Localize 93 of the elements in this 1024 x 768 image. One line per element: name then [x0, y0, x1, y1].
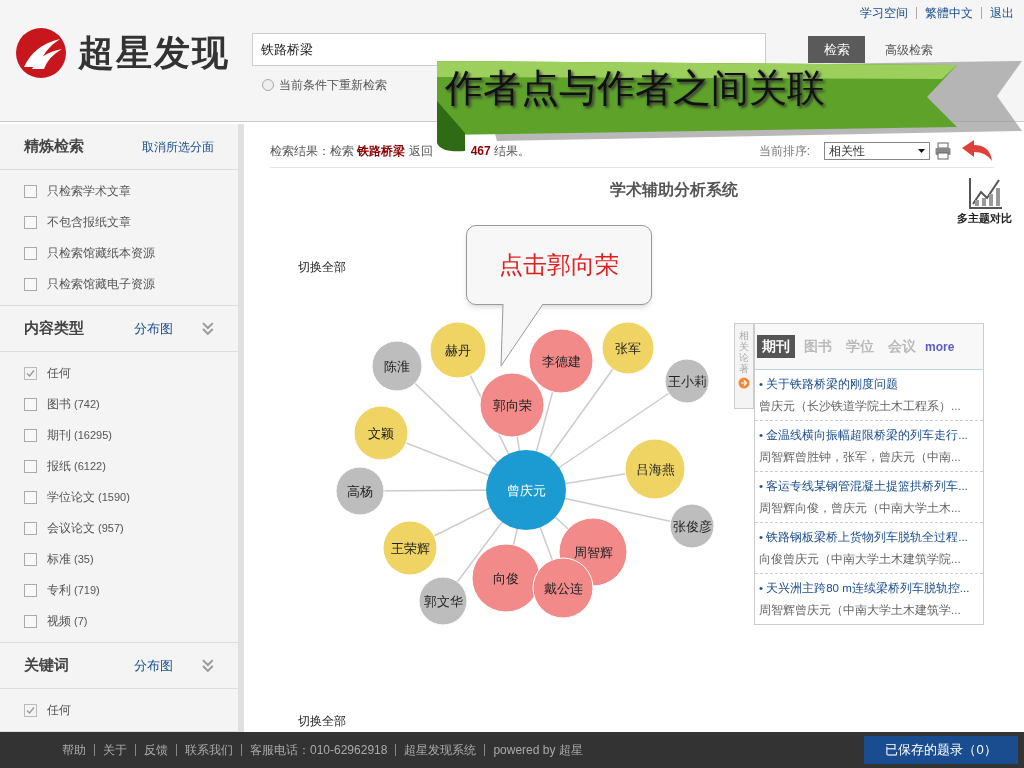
checkbox[interactable]: [24, 614, 37, 628]
double-chevron-icon[interactable]: [202, 321, 214, 336]
author-node[interactable]: 王小莉: [664, 358, 710, 404]
back-arrow-icon[interactable]: [960, 138, 994, 163]
author-node[interactable]: 李德建: [528, 328, 594, 394]
checkbox[interactable]: [24, 215, 37, 229]
related-authors: 周智辉曾庆元（中南大学土木建筑学...: [759, 603, 962, 618]
more-link[interactable]: more: [925, 337, 955, 356]
toggle-all-link[interactable]: 切换全部: [298, 712, 346, 730]
related-tab[interactable]: 期刊: [757, 335, 795, 358]
facet-label: 任何: [47, 365, 71, 382]
dropdown-arrow-icon: [918, 148, 925, 153]
saved-records-button[interactable]: 已保存的题录（0）: [864, 736, 1018, 764]
section-title: 内容类型: [24, 318, 85, 339]
related-authors: 周智辉曾胜钟，张军，曾庆元（中南...: [759, 450, 962, 465]
author-node[interactable]: 赫丹: [429, 321, 487, 379]
checkbox[interactable]: [24, 428, 37, 442]
related-title-link[interactable]: • 关于铁路桥梁的刚度问题: [759, 373, 979, 395]
double-chevron-icon[interactable]: [202, 658, 214, 673]
facet-label: 图书 (742): [47, 396, 100, 413]
distribution-link[interactable]: 分布图: [134, 318, 203, 339]
related-title-link[interactable]: • 客运专线某钢管混凝土提篮拱桥列车...: [759, 475, 979, 497]
filter-label: 只检索学术文章: [47, 183, 131, 200]
footer-link[interactable]: 帮助: [62, 744, 86, 756]
checkbox[interactable]: [24, 552, 37, 566]
search-field[interactable]: 铁路桥梁: [252, 33, 766, 66]
author-node[interactable]: 张俊彦: [669, 503, 715, 549]
sort-label: 当前排序:: [758, 142, 810, 160]
author-node[interactable]: 郭向荣: [479, 372, 545, 438]
top-link[interactable]: 繁體中文: [916, 6, 973, 19]
checkbox[interactable]: [24, 246, 37, 260]
author-node[interactable]: 吕海燕: [624, 438, 686, 500]
results-summary: 检索结果：检索 铁路桥梁 返回: [270, 142, 433, 160]
analysis-title: 学术辅助分析系统: [608, 180, 739, 200]
check-icon: [26, 368, 35, 378]
distribution-link[interactable]: 分布图: [134, 655, 203, 676]
related-title-link[interactable]: • 金温线横向振幅超限桥梁的列车走行...: [759, 424, 979, 446]
facet-label: 专利 (719): [47, 582, 100, 599]
checkbox[interactable]: [24, 490, 37, 504]
print-icon[interactable]: [934, 141, 952, 160]
advanced-search-link[interactable]: 高级检索: [885, 40, 933, 59]
filter-label: 只检索馆藏纸本资源: [47, 245, 155, 262]
toggle-all-link[interactable]: 切换全部: [298, 258, 346, 276]
author-node[interactable]: 高杨: [335, 466, 385, 516]
compare-button[interactable]: 多主题对比: [957, 176, 1012, 227]
search-button[interactable]: 检索: [808, 36, 865, 63]
sort-select[interactable]: 相关性: [824, 141, 930, 160]
facet-label: 报纸 (6122): [47, 458, 106, 475]
facet-label: 视频 (7): [47, 613, 88, 630]
related-authors: 周智辉向俊，曾庆元（中南大学土木...: [759, 501, 962, 516]
filter-label: 只检索馆藏电子资源: [47, 276, 155, 293]
chart-icon: [966, 176, 1003, 210]
checkbox[interactable]: [24, 397, 37, 411]
radio-label: 当前条件下重新检索: [279, 77, 387, 94]
top-link[interactable]: 退出: [981, 6, 1014, 19]
author-node[interactable]: 向俊: [471, 543, 541, 613]
related-title-link[interactable]: • 铁路钢板梁桥上货物列车脱轨全过程...: [759, 526, 979, 548]
checkbox[interactable]: [24, 703, 37, 717]
top-link[interactable]: 学习空间: [860, 6, 908, 19]
footer-link[interactable]: powered by 超星: [484, 744, 583, 756]
facet-label: 会议论文 (957): [47, 520, 124, 537]
checkbox[interactable]: [24, 277, 37, 291]
checkbox[interactable]: [24, 521, 37, 535]
related-authors: 向俊曾庆元（中南大学土木建筑学院...: [759, 552, 962, 567]
author-node[interactable]: 陈淮: [371, 340, 423, 392]
filter-label: 不包含报纸文章: [47, 214, 131, 231]
check-icon: [26, 705, 35, 715]
section-title: 关键词: [24, 655, 70, 676]
footer-link[interactable]: 客服电话：010-62962918: [241, 744, 388, 756]
footer-link[interactable]: 联系我们: [176, 744, 233, 756]
arrow-circle-icon: [738, 377, 750, 389]
author-node[interactable]: 张军: [601, 321, 655, 375]
footer-link[interactable]: 关于: [94, 744, 127, 756]
logo-text: 超星发现: [78, 31, 230, 75]
clear-facets-link[interactable]: 取消所选分面: [142, 137, 214, 156]
checkbox[interactable]: [24, 184, 37, 198]
footer-link[interactable]: 超星发现系统: [395, 744, 477, 756]
checkbox[interactable]: [24, 583, 37, 597]
author-node[interactable]: 王荣辉: [382, 520, 438, 576]
radio-button[interactable]: [262, 79, 274, 91]
footer-link[interactable]: 反馈: [135, 744, 168, 756]
checkbox[interactable]: [24, 459, 37, 473]
facet-label: 标准 (35): [47, 551, 94, 568]
related-title-link[interactable]: • 天兴洲主跨80 m连续梁桥列车脱轨控...: [759, 577, 979, 599]
related-authors: 曾庆元（长沙铁道学院土木工程系）...: [759, 399, 962, 414]
results-count: 467 结果。: [470, 142, 531, 160]
author-node[interactable]: 文颖: [353, 405, 409, 461]
author-node[interactable]: 郭文华: [418, 576, 468, 626]
checkbox[interactable]: [24, 366, 37, 380]
facet-label: 学位论文 (1590): [47, 489, 130, 506]
section-title: 精炼检索: [24, 136, 84, 157]
facet-label: 期刊 (16295): [47, 427, 112, 444]
facet-label: 任何: [47, 702, 71, 719]
